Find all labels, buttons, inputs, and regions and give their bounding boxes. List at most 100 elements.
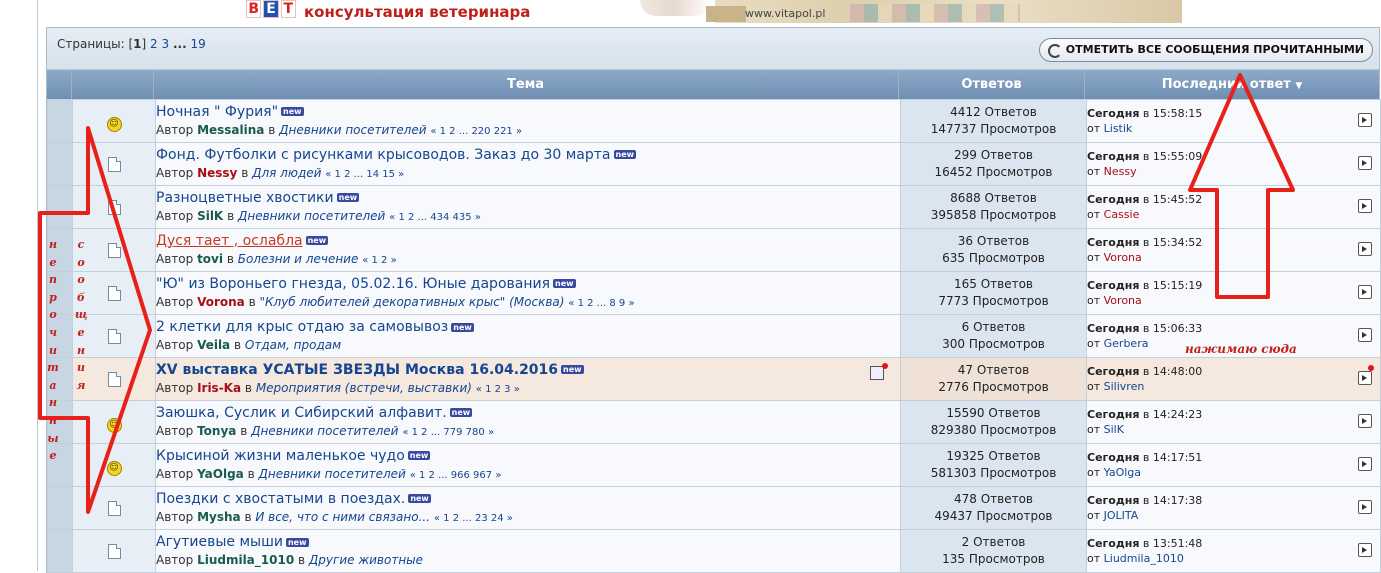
new-badge[interactable]: new [449, 408, 473, 417]
new-badge[interactable]: new [561, 365, 584, 374]
go-to-last-post-icon[interactable] [1358, 543, 1372, 557]
last-reply-user-link[interactable]: Gerbera [1104, 337, 1149, 350]
last-reply-user-link[interactable]: Silivren [1104, 380, 1145, 393]
col-topic-header[interactable]: Тема [153, 70, 898, 99]
topic-title-link[interactable]: "Ю" из Вороньего гнезда, 05.02.16. Юные … [156, 275, 900, 294]
new-badge[interactable]: new [553, 279, 576, 288]
table-row: Агутиевые мыши new Автор Liudmila_1010 в … [47, 529, 1381, 573]
annotation-letter: и [77, 361, 85, 375]
topic-forum-link[interactable]: "Клуб любителей декоративных крыс" (Моск… [259, 295, 564, 309]
topics-table: ☺ Ночная " Фурия" new Автор Messalina в Д… [47, 99, 1381, 573]
topic-page-links[interactable]: « 1 2 ... 8 9 » [568, 298, 634, 309]
go-to-last-post-icon[interactable] [1358, 285, 1372, 299]
col-last-reply-header[interactable]: Последний ответ ▼ [1085, 70, 1379, 99]
pagination-ellipsis: ... [172, 37, 187, 51]
go-to-last-post-icon[interactable] [1358, 457, 1372, 471]
topic-forum-link[interactable]: Для людей [252, 166, 321, 180]
topic-author-link[interactable]: Messalina [197, 123, 264, 137]
last-reply-user-link[interactable]: Vorona [1104, 294, 1142, 307]
topic-author-link[interactable]: Nessy [197, 166, 237, 180]
topic-author-link[interactable]: Veila [197, 338, 230, 352]
pagination-link[interactable]: 2 [150, 37, 158, 51]
new-badge[interactable]: new [336, 193, 360, 202]
go-to-last-post-icon[interactable] [1358, 113, 1372, 127]
topic-page-links[interactable]: « 1 2 ... 23 24 » [434, 513, 513, 524]
new-badge[interactable]: new [305, 236, 329, 245]
topic-forum-link[interactable]: Дневники посетителей [258, 467, 405, 481]
new-badge[interactable]: new [285, 537, 309, 547]
go-to-last-post-icon[interactable] [1358, 156, 1372, 170]
table-header: Тема Ответов Последний ответ ▼ [47, 70, 1379, 99]
new-badge[interactable]: new [281, 107, 304, 116]
topic-forum-link[interactable]: Болезни и лечение [238, 252, 359, 266]
last-reply-user-link[interactable]: Liudmila_1010 [1104, 552, 1184, 565]
new-badge[interactable]: new [407, 451, 431, 460]
topic-forum-link[interactable]: Мероприятия (встречи, выставки) [256, 381, 472, 395]
topic-author-link[interactable]: Liudmila_1010 [197, 553, 294, 567]
go-to-last-post-icon[interactable] [1358, 328, 1372, 342]
topic-author-link[interactable]: Vorona [197, 295, 245, 309]
col-replies-header[interactable]: Ответов [899, 70, 1084, 99]
topic-title-link[interactable]: 2 клетки для крыс отдаю за самовывоз new [156, 318, 900, 337]
row-last-reply-cell: Сегодня в 13:51:48 от Liudmila_1010 [1086, 529, 1381, 573]
sort-desc-icon: ▼ [1295, 81, 1303, 91]
new-badge[interactable]: new [613, 150, 637, 159]
go-to-last-post-icon[interactable] [1358, 414, 1372, 428]
topic-page-links[interactable]: « 1 2 ... 966 967 » [410, 470, 502, 481]
topic-author-link[interactable]: Tonya [197, 424, 236, 438]
go-to-last-post-icon[interactable] [1358, 371, 1372, 385]
last-reply-user-link[interactable]: Vorona [1104, 251, 1142, 264]
last-reply-day: Сегодня [1087, 408, 1140, 421]
topic-title-link[interactable]: Поездки с хвостатыми в поездах. new [156, 490, 900, 509]
row-last-reply-cell: Сегодня в 15:55:09 от Nessy [1086, 142, 1381, 186]
row-icon-cell [72, 486, 156, 530]
topic-title-link[interactable]: Заюшка, Суслик и Сибирский алфавит. new [156, 404, 900, 423]
new-badge[interactable]: new [408, 494, 431, 503]
topic-page-links[interactable]: « 1 2 ... 434 435 » [389, 212, 481, 223]
last-reply-user-link[interactable]: YaOlga [1104, 466, 1141, 479]
reply-count: 15590 Ответов [946, 406, 1041, 420]
topic-forum-link[interactable]: Дневники посетителей [279, 123, 426, 137]
topic-title-link[interactable]: Фонд. Футболки с рисунками крысоводов. З… [156, 146, 900, 165]
last-reply-user-link[interactable]: JOLITA [1104, 509, 1139, 522]
topic-title-link[interactable]: Агутиевые мыши new [156, 533, 900, 552]
topic-title-link[interactable]: Дуся тает , ослабла new [156, 232, 900, 251]
last-reply-user-link[interactable]: Nessy [1104, 165, 1137, 178]
last-reply-day: Сегодня [1087, 193, 1140, 206]
topic-page-links[interactable]: « 1 2 3 » [476, 384, 520, 395]
topic-title-link[interactable]: XV выставка УСАТЫЕ ЗВЕЗДЫ Москва 16.04.2… [156, 361, 900, 380]
last-reply-user-link[interactable]: SilK [1104, 423, 1124, 436]
pagination-link[interactable]: 19 [190, 37, 205, 51]
topic-title-link[interactable]: Ночная " Фурия" new [156, 103, 900, 122]
topic-forum-link[interactable]: И все, что с ними связано... [255, 510, 430, 524]
topic-author-link[interactable]: Iris-Ka [197, 381, 241, 395]
topic-meta: Автор Iris-Ka в Мероприятия (встречи, вы… [156, 380, 520, 395]
topic-author-link[interactable]: YaOlga [197, 467, 244, 481]
mark-all-read-button[interactable]: ОТМЕТИТЬ ВСЕ СООБЩЕНИЯ ПРОЧИТАННЫМИ [1038, 38, 1373, 62]
row-stats-cell: 2 Ответов 135 Просмотров [900, 529, 1087, 573]
last-reply-user-link[interactable]: Cassie [1104, 208, 1140, 221]
pagination-link[interactable]: 3 [162, 37, 170, 51]
topic-forum-link[interactable]: Другие животные [309, 553, 423, 567]
go-to-last-post-icon[interactable] [1358, 199, 1372, 213]
topic-author-link[interactable]: SilK [197, 209, 223, 223]
topic-forum-link[interactable]: Дневники посетителей [238, 209, 385, 223]
topic-author-link[interactable]: tovi [197, 252, 223, 266]
topic-page-links[interactable]: « 1 2 ... 779 780 » [402, 427, 494, 438]
topic-title-link[interactable]: Крысиной жизни маленькое чудо new [156, 447, 900, 466]
new-badge[interactable]: new [451, 322, 474, 332]
last-reply-time: в 14:17:51 [1142, 451, 1203, 464]
document-icon [107, 243, 121, 258]
topic-forum-link[interactable]: Дневники посетителей [251, 424, 398, 438]
last-reply-day: Сегодня [1087, 451, 1140, 464]
topic-forum-link[interactable]: Отдам, продам [245, 338, 341, 352]
topic-title-link[interactable]: Разноцветные хвостики new [156, 189, 900, 208]
go-to-last-post-icon[interactable] [1358, 500, 1372, 514]
last-reply-user-link[interactable]: Listik [1104, 122, 1133, 135]
topic-page-links[interactable]: « 1 2 » [362, 255, 397, 266]
topic-author-link[interactable]: Mysha [197, 510, 241, 524]
topic-page-links[interactable]: « 1 2 ... 14 15 » [325, 169, 404, 180]
topic-page-links[interactable]: « 1 2 ... 220 221 » [430, 126, 522, 137]
last-reply-time: в 15:58:15 [1142, 107, 1203, 120]
go-to-last-post-icon[interactable] [1358, 242, 1372, 256]
